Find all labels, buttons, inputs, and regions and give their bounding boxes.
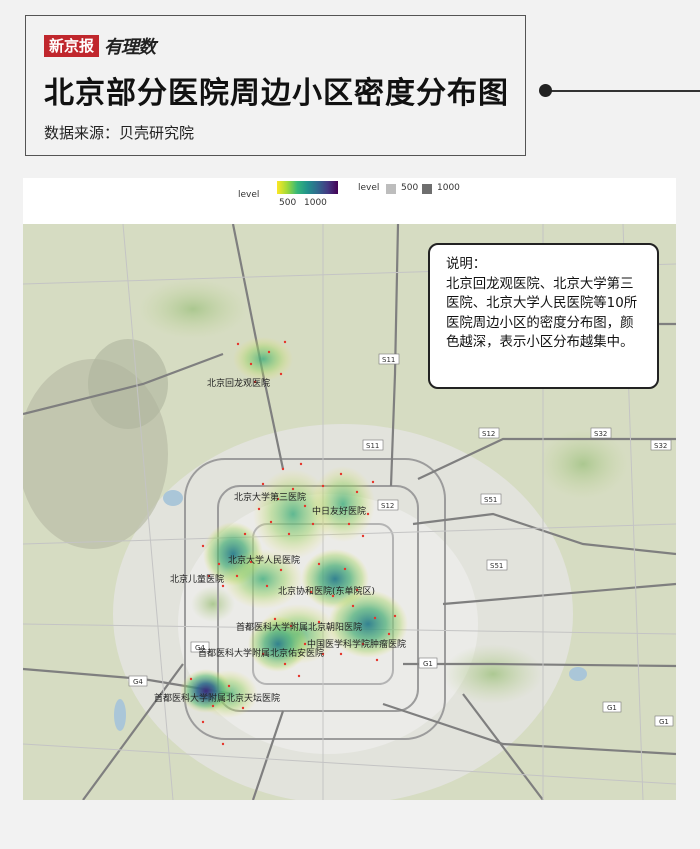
- legend-swatch-1000: [422, 184, 432, 194]
- park: [443, 644, 543, 704]
- lake: [569, 667, 587, 681]
- road-shield: G1: [602, 701, 622, 713]
- legend-tick-500: 500: [279, 198, 297, 208]
- legend-color-gradient: [277, 181, 338, 194]
- hospital-label: 北京协和医院(东单院区): [278, 585, 375, 597]
- svg-text:S11: S11: [366, 442, 379, 450]
- svg-text:S12: S12: [381, 502, 394, 510]
- road-shield: S11: [378, 353, 400, 365]
- legend-gray-500: 500: [401, 183, 419, 193]
- road-shield: S12: [377, 499, 399, 511]
- decorative-line: [546, 90, 700, 92]
- legend: level 500 1000 level 500 1000: [23, 178, 676, 224]
- brand-logo: 新京报 有理数: [44, 35, 156, 58]
- density-hotspot: [311, 466, 375, 542]
- road-shield: S12: [478, 427, 500, 439]
- density-peak: [180, 669, 232, 713]
- hill-shade: [88, 339, 168, 429]
- road-shield: S51: [486, 559, 508, 571]
- lake: [114, 699, 126, 731]
- hospital-label: 北京儿童医院: [170, 573, 224, 585]
- park: [138, 279, 248, 339]
- hospital-label: 北京回龙观医院: [207, 377, 270, 389]
- brand-column: 有理数: [104, 37, 156, 58]
- header-box: 新京报 有理数 北京部分医院周边小区密度分布图 数据来源：贝壳研究院: [25, 15, 526, 156]
- hospital-label: 首都医科大学附属北京朝阳医院: [236, 621, 362, 633]
- svg-text:S51: S51: [484, 496, 497, 504]
- data-source: 数据来源：贝壳研究院: [44, 124, 195, 142]
- svg-text:S12: S12: [482, 430, 495, 438]
- hospital-label: 首都医科大学附属北京天坛医院: [154, 692, 280, 704]
- svg-text:S11: S11: [382, 356, 395, 364]
- hospital-label: 北京大学人民医院: [228, 554, 300, 566]
- page-title: 北京部分医院周边小区密度分布图: [44, 76, 509, 111]
- svg-text:G1: G1: [423, 660, 433, 668]
- brand-name: 新京报: [44, 35, 100, 57]
- legend-swatch-500: [386, 184, 396, 194]
- lake: [163, 490, 183, 506]
- svg-text:S32: S32: [594, 430, 607, 438]
- road-shield: G4: [128, 675, 148, 687]
- svg-text:S51: S51: [490, 562, 503, 570]
- explanation-note: 说明： 北京回龙观医院、北京大学第三医院、北京大学人民医院等10所医院周边小区的…: [428, 243, 659, 389]
- note-body: 北京回龙观医院、北京大学第三医院、北京大学人民医院等10所医院周边小区的密度分布…: [446, 276, 638, 351]
- svg-text:G4: G4: [133, 678, 143, 686]
- svg-text:G1: G1: [607, 704, 617, 712]
- road-shield: G1: [418, 657, 438, 669]
- road-shield: S51: [480, 493, 502, 505]
- legend-gray-label: level: [358, 183, 380, 193]
- hospital-label: 中日友好医院: [312, 505, 366, 517]
- road-shield: G1: [654, 715, 674, 727]
- road-shield: S32: [650, 439, 672, 451]
- note-heading: 说明：: [446, 257, 487, 272]
- density-hotspot: [233, 337, 293, 381]
- hospital-label: 北京大学第三医院: [234, 491, 306, 503]
- legend-continuous-label: level: [238, 190, 260, 200]
- road-shield: S11: [362, 439, 384, 451]
- hospital-label: 首都医科大学附属北京佑安医院: [198, 647, 324, 659]
- legend-tick-1000: 1000: [304, 198, 327, 208]
- decorative-dot: [539, 84, 552, 97]
- legend-gray-1000: 1000: [437, 183, 460, 193]
- svg-text:G1: G1: [659, 718, 669, 726]
- svg-text:S32: S32: [654, 442, 667, 450]
- road-shield: S32: [590, 427, 612, 439]
